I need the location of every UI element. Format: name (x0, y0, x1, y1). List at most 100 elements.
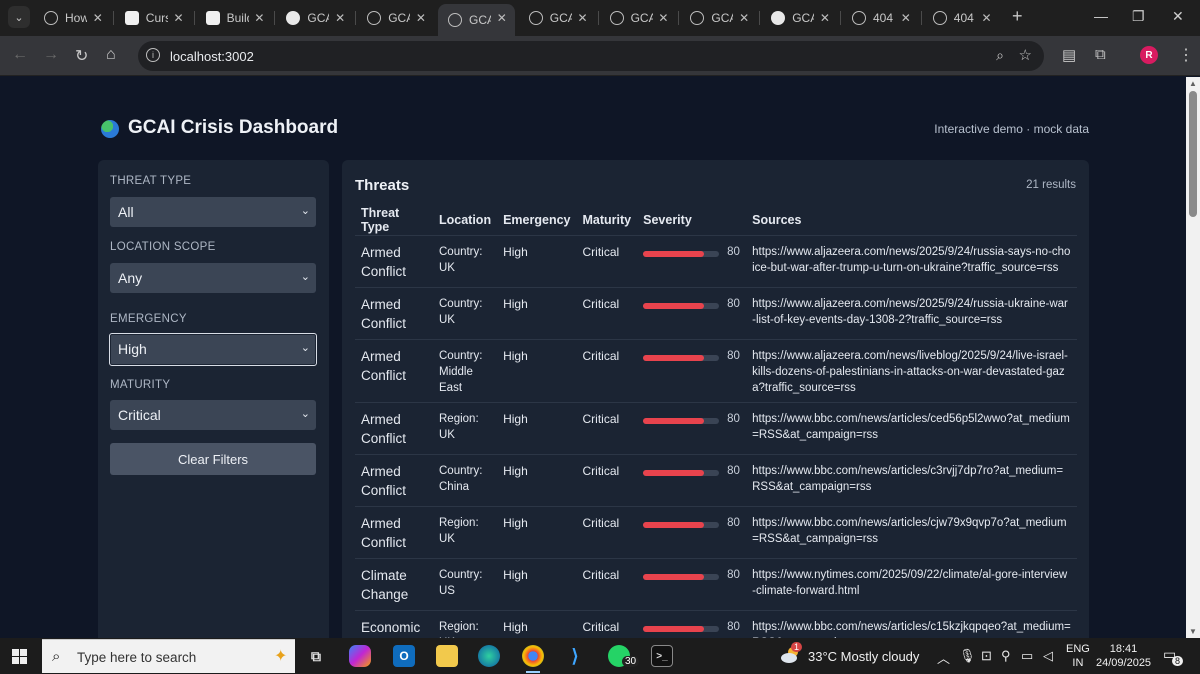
table-row[interactable]: Armed Conflict Country: Middle East High Cr… (355, 339, 1077, 403)
threat-type-select[interactable]: All ⌄ (110, 197, 316, 227)
system-clock[interactable]: 18:41 24/09/2025 (1096, 642, 1151, 670)
minimize-button[interactable]: — (1094, 8, 1108, 24)
browser-tab[interactable]: GCAI ✕ (680, 4, 757, 32)
tab-separator (840, 11, 841, 25)
scroll-up-icon[interactable]: ▲ (1189, 79, 1197, 88)
meet-now-icon[interactable]: ⊡ (981, 648, 992, 664)
edge-icon[interactable] (478, 645, 500, 667)
close-tab-icon[interactable]: ✕ (416, 11, 426, 25)
tab-search-button[interactable]: ⌄ (8, 6, 30, 28)
source-link[interactable]: https://www.aljazeera.com/news/2025/9/24… (746, 235, 1077, 288)
close-window-button[interactable]: ✕ (1172, 8, 1184, 25)
severity-bar-fill (643, 251, 704, 257)
browser-tab[interactable]: 404 ✕ (923, 4, 1000, 32)
terminal-icon[interactable]: >_ (651, 645, 673, 667)
source-link[interactable]: https://www.aljazeera.com/news/2025/9/24… (746, 287, 1077, 340)
table-row[interactable]: Armed Conflict Country: China High Critical… (355, 454, 1077, 507)
browser-tab[interactable]: GCAI ✕ (519, 4, 596, 32)
column-header-sources[interactable]: Sources (746, 205, 1077, 236)
usb-icon[interactable]: ⚲ (1001, 648, 1011, 664)
battery-icon[interactable]: ▭ (1021, 648, 1033, 664)
source-link[interactable]: https://www.aljazeera.com/news/liveblog/… (746, 339, 1077, 403)
restore-button[interactable]: ❐ (1132, 8, 1145, 25)
threat-type-cell: Armed Conflict (355, 454, 433, 507)
table-row[interactable]: EconomicRegion: UKHighCritical 80 https://… (355, 610, 1077, 638)
sparkle-icon[interactable]: ✦ (274, 646, 287, 666)
browser-tab[interactable]: GCAI ✕ (761, 4, 838, 32)
column-header-emergency[interactable]: Emergency (497, 205, 577, 236)
browser-menu-icon[interactable]: ⋮ (1178, 45, 1194, 65)
browser-tab[interactable]: GCAI ✕ (276, 4, 353, 32)
close-tab-icon[interactable]: ✕ (658, 11, 668, 25)
table-row[interactable]: Armed Conflict Country: UK High Critical 80 h… (355, 287, 1077, 340)
vscode-icon[interactable]: ⟩ (564, 645, 586, 667)
close-tab-icon[interactable]: ✕ (174, 11, 184, 25)
column-header-threat-type[interactable]: Threat Type (355, 205, 433, 236)
severity-cell: 80 (637, 339, 747, 403)
back-button[interactable]: ← (12, 46, 28, 64)
scroll-down-icon[interactable]: ▼ (1189, 627, 1197, 636)
copilot-icon[interactable] (349, 645, 371, 667)
browser-tab[interactable]: GCAI ✕ (438, 4, 515, 36)
source-link[interactable]: https://www.bbc.com/news/articles/c15kzj… (746, 610, 1077, 638)
close-tab-icon[interactable]: ✕ (497, 11, 507, 25)
url-text[interactable]: localhost:3002 (170, 49, 254, 64)
maturity-cell: Critical (576, 506, 638, 559)
close-tab-icon[interactable]: ✕ (901, 11, 911, 25)
column-header-maturity[interactable]: Maturity (576, 205, 638, 236)
column-header-location[interactable]: Location (433, 205, 498, 236)
close-tab-icon[interactable]: ✕ (820, 11, 830, 25)
site-info-icon[interactable]: i (146, 48, 160, 62)
microphone-icon[interactable]: 🎙 (959, 648, 976, 664)
close-tab-icon[interactable]: ✕ (335, 11, 345, 25)
taskbar-search-box[interactable]: ⌕ Type here to search ✦ (42, 639, 295, 673)
maturity-select[interactable]: Critical ⌄ (110, 400, 316, 430)
windows-start-icon[interactable] (12, 649, 27, 664)
new-tab-button[interactable]: + (1012, 6, 1023, 27)
close-tab-icon[interactable]: ✕ (254, 11, 264, 25)
media-icon[interactable]: ▤ (1062, 46, 1076, 64)
chrome-icon[interactable] (522, 645, 544, 667)
source-link[interactable]: https://www.bbc.com/news/articles/cjw79x… (746, 506, 1077, 559)
browser-tab[interactable]: 404 ✕ (842, 4, 919, 32)
close-tab-icon[interactable]: ✕ (578, 11, 588, 25)
task-view-icon[interactable]: ⧉ (305, 645, 327, 667)
volume-icon[interactable]: ◁ (1043, 648, 1053, 664)
close-tab-icon[interactable]: ✕ (739, 11, 749, 25)
column-header-severity[interactable]: Severity (637, 205, 747, 236)
scrollbar-thumb[interactable] (1189, 91, 1197, 217)
source-link[interactable]: https://www.nytimes.com/2025/09/22/clima… (746, 558, 1077, 611)
table-row[interactable]: Armed Conflict Region: UK High Critical 80 ht… (355, 506, 1077, 559)
source-link[interactable]: https://www.bbc.com/news/articles/c3rvjj… (746, 454, 1077, 507)
weather-text[interactable]: 33°C Mostly cloudy (808, 649, 919, 664)
table-row[interactable]: Armed Conflict Region: UK High Critical 80 ht… (355, 402, 1077, 455)
globe-icon (528, 11, 543, 25)
location-scope-select[interactable]: Any ⌄ (110, 263, 316, 293)
browser-tab[interactable]: Build ✕ (196, 4, 273, 32)
zoom-icon[interactable]: ⌕ (996, 47, 1004, 64)
table-row[interactable]: Armed Conflict Country: UK High Critical 80 h… (355, 235, 1077, 288)
profile-avatar[interactable]: R (1140, 46, 1158, 64)
forward-button[interactable]: → (43, 46, 59, 64)
page-scrollbar[interactable]: ▲ ▼ (1186, 77, 1200, 638)
close-tab-icon[interactable]: ✕ (982, 11, 992, 25)
address-bar[interactable]: i localhost:3002 ⌕ ☆ (138, 41, 1044, 71)
tray-overflow-icon[interactable]: ︿ (937, 648, 950, 667)
bookmark-star-icon[interactable]: ☆ (1019, 46, 1032, 64)
language-indicator[interactable]: ENG IN (1066, 642, 1090, 670)
browser-tab[interactable]: How ✕ (34, 4, 111, 32)
extensions-icon[interactable]: ⧉ (1095, 46, 1106, 63)
close-tab-icon[interactable]: ✕ (93, 11, 103, 25)
emergency-select[interactable]: High ⌄ (109, 333, 317, 366)
reload-button[interactable]: ↻ (75, 46, 88, 66)
browser-tab[interactable]: GCAI ✕ (357, 4, 434, 32)
tab-title: 404 (953, 11, 974, 25)
table-row[interactable]: Climate Change Country: US High Critical 80 h… (355, 558, 1077, 611)
browser-tab[interactable]: Cursor ✕ (115, 4, 192, 32)
home-button[interactable]: ⌂ (106, 46, 116, 64)
outlook-icon[interactable]: O (393, 645, 415, 667)
browser-tab[interactable]: GCAI ✕ (600, 4, 677, 32)
clear-filters-button[interactable]: Clear Filters (110, 443, 316, 475)
source-link[interactable]: https://www.bbc.com/news/articles/ced56p… (746, 402, 1077, 455)
file-explorer-icon[interactable] (436, 645, 458, 667)
